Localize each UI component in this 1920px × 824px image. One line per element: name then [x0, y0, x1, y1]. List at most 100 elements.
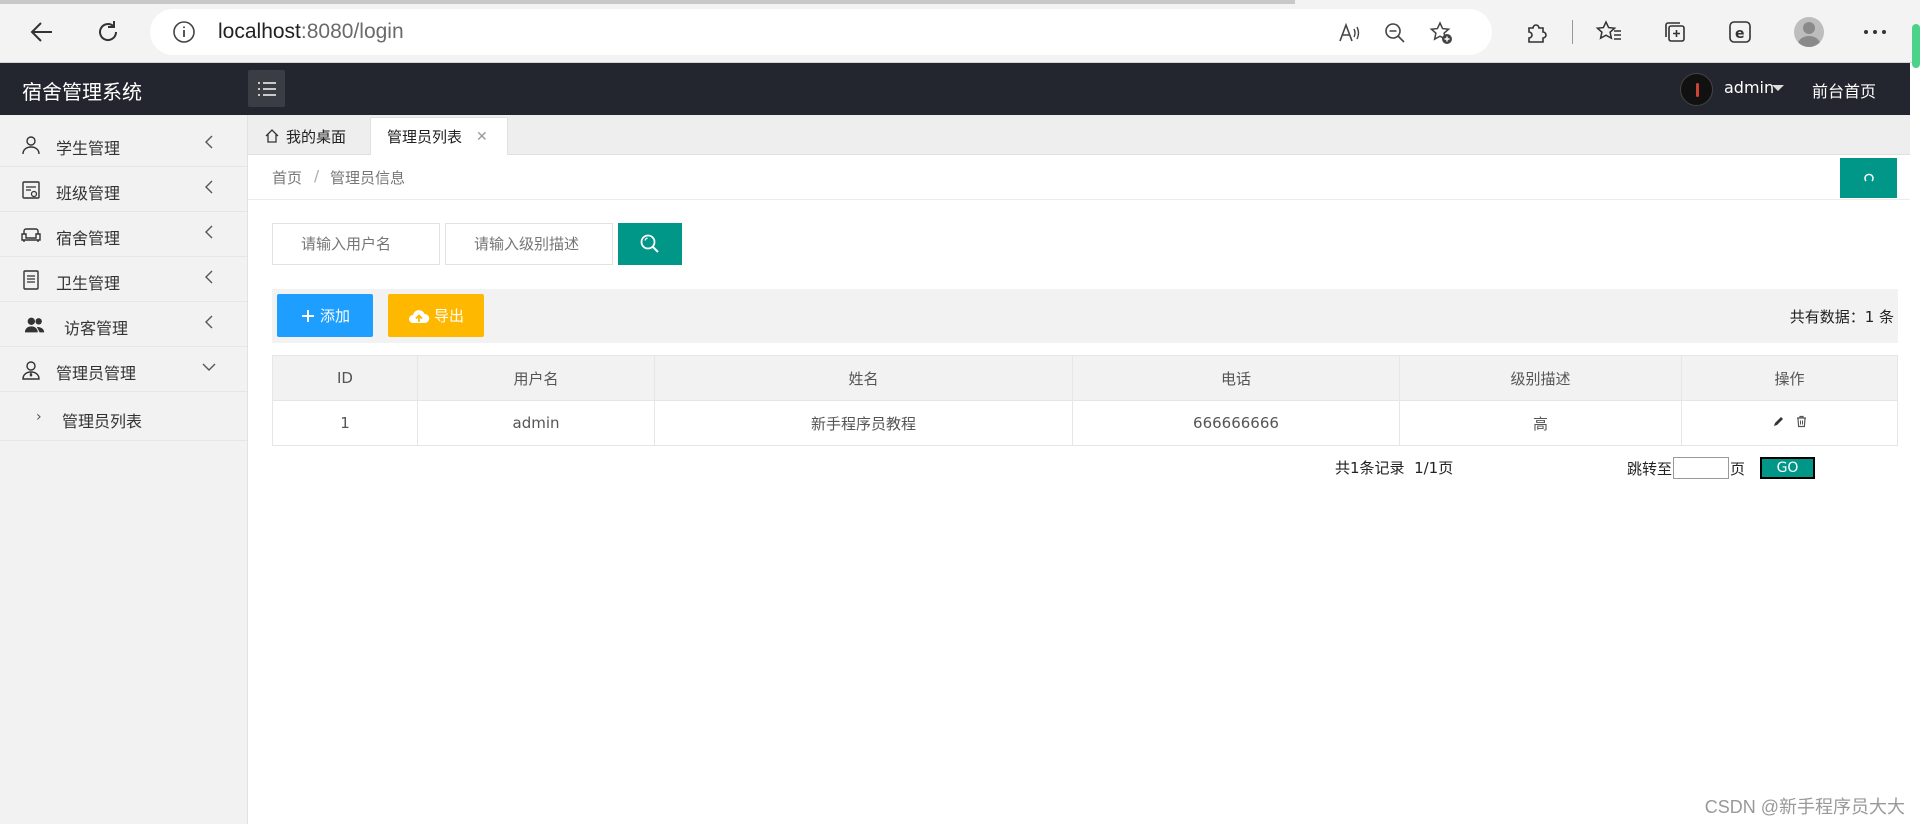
- add-favorite-icon[interactable]: [1428, 20, 1454, 46]
- extensions-icon[interactable]: [1522, 17, 1552, 47]
- sidebar-item-dorms[interactable]: 宿舍管理: [0, 212, 247, 257]
- user-name[interactable]: admin: [1724, 78, 1774, 97]
- delete-trash-icon[interactable]: [1795, 414, 1808, 432]
- home-icon: [264, 128, 280, 144]
- jump-suffix: 页: [1730, 459, 1746, 478]
- watermark: CSDN @新手程序员大大: [1704, 797, 1905, 817]
- table-toolbar: 添加 导出 共有数据：1 条: [272, 289, 1898, 343]
- document-icon: [20, 269, 42, 291]
- cloud-upload-icon: [408, 308, 430, 324]
- app-title: 宿舍管理系统: [22, 80, 142, 104]
- plus-icon: [300, 308, 316, 324]
- sidebar-subitem-label: 管理员列表: [62, 412, 143, 431]
- users-icon: [24, 314, 46, 336]
- tab-label: 我的桌面: [286, 127, 347, 146]
- search-button[interactable]: [618, 223, 682, 265]
- pager-jump: 跳转至 页: [1627, 457, 1745, 479]
- app-header: 宿舍管理系统 admin 前台首页: [0, 63, 1910, 115]
- pager-info: 共1条记录 1/1页: [1335, 459, 1454, 477]
- ie-mode-icon[interactable]: e: [1725, 17, 1755, 47]
- breadcrumb-home[interactable]: 首页: [272, 167, 302, 188]
- breadcrumb-separator: /: [314, 167, 320, 185]
- column-header-username: 用户名: [417, 355, 655, 401]
- cell-phone: 666666666: [1072, 400, 1400, 446]
- column-header-name: 姓名: [654, 355, 1073, 401]
- sofa-icon: [20, 224, 42, 246]
- front-page-link[interactable]: 前台首页: [1812, 78, 1876, 102]
- chevron-left-icon: [201, 134, 217, 150]
- user-icon: [20, 134, 42, 156]
- go-button[interactable]: GO: [1760, 457, 1815, 479]
- cell-actions: [1681, 400, 1898, 446]
- table-header-row: ID 用户名 姓名 电话 级别描述 操作: [272, 355, 1898, 401]
- favorites-icon[interactable]: [1594, 17, 1624, 47]
- class-icon: [20, 179, 42, 201]
- level-search-input[interactable]: [445, 223, 613, 265]
- collections-icon[interactable]: [1660, 17, 1690, 47]
- chevron-left-icon: [201, 314, 217, 330]
- refresh-icon: [1863, 173, 1874, 182]
- sidebar-subitem-admin-list[interactable]: › 管理员列表: [0, 395, 247, 441]
- caret-down-icon[interactable]: [1772, 85, 1784, 91]
- add-button[interactable]: 添加: [277, 294, 373, 337]
- page-tabs: 我的桌面 管理员列表 ✕: [248, 115, 1910, 155]
- info-icon: [173, 21, 195, 43]
- sidebar-item-classes[interactable]: 班级管理: [0, 167, 247, 212]
- sidebar-item-label: 访客管理: [64, 319, 129, 338]
- back-arrow-icon: [30, 22, 52, 42]
- close-icon[interactable]: ✕: [476, 129, 488, 145]
- add-button-label: 添加: [319, 307, 350, 325]
- reload-button[interactable]: [90, 14, 126, 50]
- admin-icon: [20, 359, 42, 381]
- toolbar-separator: [1572, 20, 1573, 44]
- sidebar-item-visitors[interactable]: 访客管理: [0, 302, 247, 347]
- sidebar-item-admins[interactable]: 管理员管理: [0, 347, 247, 392]
- sidebar-item-label: 学生管理: [56, 139, 121, 158]
- read-aloud-icon[interactable]: [1336, 20, 1362, 46]
- tab-label: 管理员列表: [387, 128, 463, 146]
- sidebar: 学生管理 班级管理 宿舍管理 卫生管理 访客管理 管理员管理 › 管理员列表: [0, 115, 248, 824]
- reload-icon: [99, 21, 118, 41]
- chevron-down-icon: [201, 359, 217, 375]
- sidebar-item-students[interactable]: 学生管理: [0, 122, 247, 167]
- back-button[interactable]: [24, 14, 60, 50]
- tab-desktop[interactable]: 我的桌面: [248, 117, 366, 155]
- cell-level: 高: [1399, 400, 1682, 446]
- more-icon[interactable]: [1860, 17, 1890, 47]
- admin-table: ID 用户名 姓名 电话 级别描述 操作 1 admin 新手程序员教程 666…: [272, 355, 1898, 446]
- refresh-button[interactable]: [1840, 158, 1897, 198]
- edit-pencil-icon[interactable]: [1772, 414, 1785, 432]
- browser-toolbar: localhost:8080/login e: [0, 0, 1920, 68]
- column-header-level: 级别描述: [1399, 355, 1682, 401]
- chevron-right-icon: ›: [36, 409, 42, 425]
- cell-username: admin: [417, 400, 655, 446]
- chevron-left-icon: [201, 224, 217, 240]
- list-icon: [257, 81, 276, 96]
- svg-text:e: e: [1735, 26, 1745, 42]
- breadcrumb: 首页 / 管理员信息: [248, 155, 1910, 200]
- browser-tab-strip: [0, 0, 1295, 4]
- total-count: 共有数据：1 条: [1789, 308, 1894, 326]
- tab-admin-list[interactable]: 管理员列表 ✕: [370, 117, 508, 155]
- sidebar-item-hygiene[interactable]: 卫生管理: [0, 257, 247, 302]
- breadcrumb-current: 管理员信息: [330, 169, 406, 187]
- sidebar-item-label: 卫生管理: [56, 274, 121, 293]
- zoom-out-icon[interactable]: [1382, 20, 1408, 46]
- page-jump-input[interactable]: [1673, 457, 1730, 479]
- cell-id: 1: [272, 400, 418, 446]
- profile-avatar-icon[interactable]: [1794, 17, 1824, 47]
- chevron-left-icon: [201, 269, 217, 285]
- sidebar-item-label: 管理员管理: [56, 364, 137, 383]
- user-avatar[interactable]: [1680, 73, 1713, 106]
- jump-prefix: 跳转至: [1627, 459, 1673, 478]
- address-bar[interactable]: localhost:8080/login: [150, 9, 1492, 55]
- username-search-input[interactable]: [272, 223, 440, 265]
- chevron-left-icon: [201, 179, 217, 195]
- cell-name: 新手程序员教程: [654, 400, 1073, 446]
- sidebar-item-label: 班级管理: [56, 184, 121, 203]
- column-header-id: ID: [272, 355, 418, 401]
- scroll-indicator: [1912, 24, 1920, 68]
- sidebar-item-label: 宿舍管理: [56, 229, 121, 248]
- export-button[interactable]: 导出: [388, 294, 484, 337]
- menu-toggle-button[interactable]: [248, 70, 285, 107]
